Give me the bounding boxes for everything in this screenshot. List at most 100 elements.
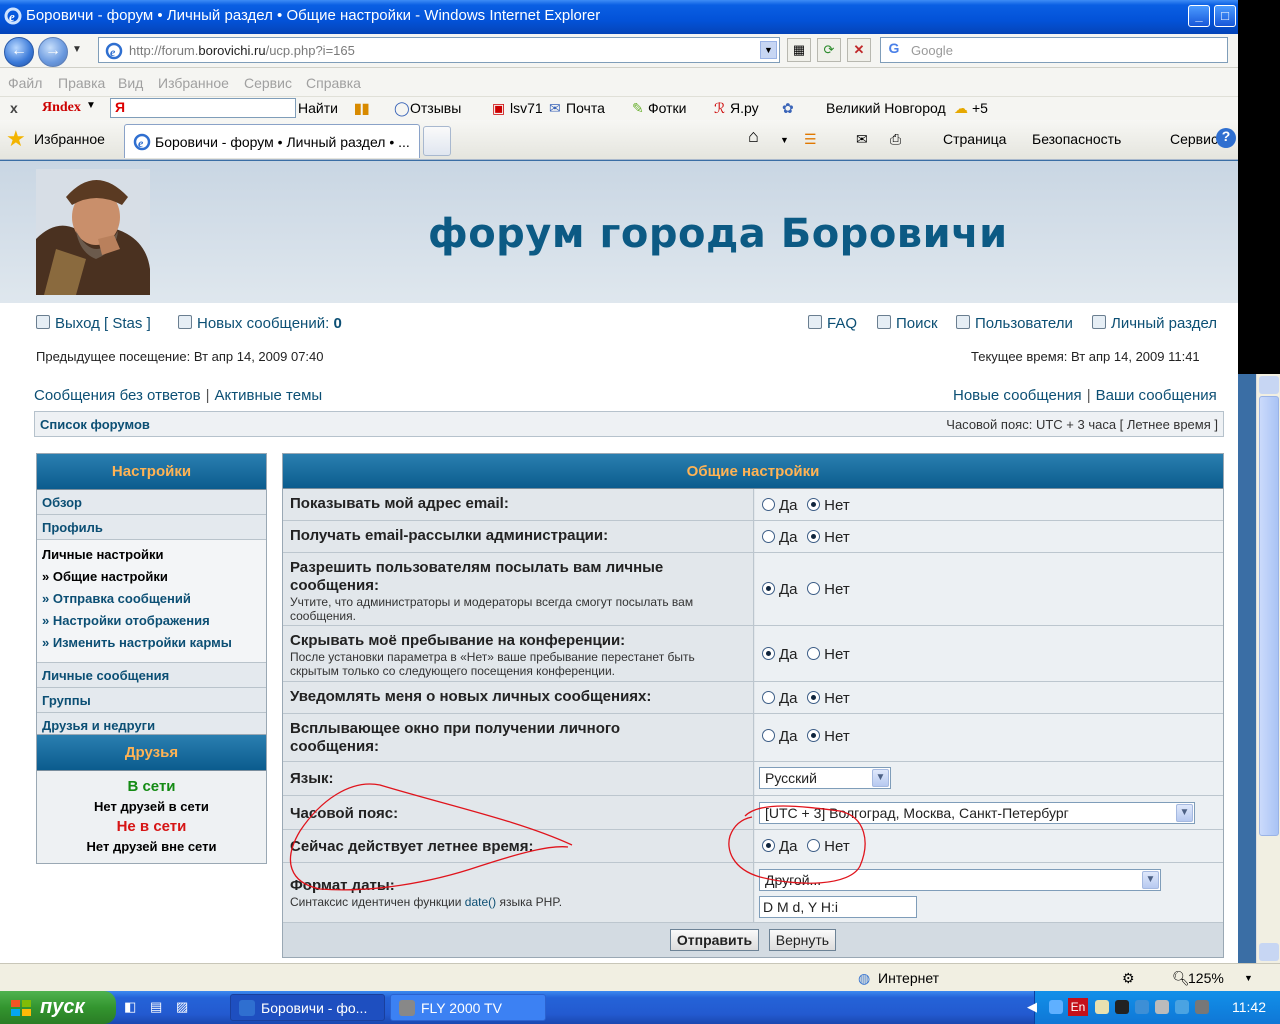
sidebar-item-groups[interactable]: Группы (37, 688, 266, 713)
date-function-link[interactable]: date() (465, 895, 496, 909)
ucp-link[interactable]: Личный раздел (1092, 315, 1217, 332)
tray-icon-2[interactable] (1115, 1000, 1129, 1014)
address-dropdown-icon[interactable]: ▼ (760, 41, 777, 59)
quicklaunch-icon-2[interactable]: ▤ (150, 999, 162, 1015)
sidebar-item-karma[interactable]: » Изменить настройки кармы (42, 632, 266, 654)
dst-radio-no[interactable] (807, 839, 821, 852)
radio-yes[interactable] (762, 691, 775, 704)
yandex-find-button[interactable]: Найти (298, 100, 338, 116)
tools-menu[interactable]: Сервис (1170, 131, 1218, 147)
users-link[interactable]: Пользователи (956, 315, 1073, 332)
yandex-logo-dropdown-icon[interactable]: ▼ (86, 100, 96, 111)
sidebar-item-profile[interactable]: Профиль (37, 515, 266, 540)
active-topics-link[interactable]: Активные темы (215, 387, 323, 404)
print-icon[interactable]: ⎙ (890, 131, 901, 148)
quicklaunch-icon-3[interactable]: ▨ (176, 999, 188, 1015)
task-fly-tv[interactable]: FLY 2000 TV (390, 994, 546, 1021)
reset-button[interactable]: Вернуть (768, 929, 837, 951)
radio-yes[interactable] (762, 729, 775, 742)
stop-icon[interactable]: ✕ (847, 38, 871, 62)
logout-link[interactable]: Выход [ Stas ] (36, 315, 151, 332)
menu-edit[interactable]: Правка (58, 75, 105, 91)
bar-chart-icon[interactable]: ▮▮ (354, 100, 369, 117)
submit-button[interactable]: Отправить (669, 929, 760, 951)
sidebar-item-display[interactable]: » Настройки отображения (42, 610, 266, 632)
dst-radio-yes[interactable] (762, 839, 775, 852)
rss-feed-icon[interactable]: ☰ (804, 131, 817, 148)
tray-icon-3[interactable] (1135, 1000, 1149, 1014)
new-messages-link[interactable]: Новых сообщений: 0 (178, 315, 342, 332)
zoom-level[interactable]: 125% (1188, 970, 1224, 986)
tray-icon-5[interactable] (1175, 1000, 1189, 1014)
scroll-up-icon[interactable] (1259, 376, 1279, 394)
settings-icon[interactable]: ✿ (782, 100, 794, 117)
refresh-icon[interactable]: ⟳ (817, 38, 841, 62)
back-button[interactable]: ← (4, 37, 34, 67)
scroll-thumb[interactable] (1259, 396, 1279, 836)
radio-yes[interactable] (762, 647, 775, 660)
unanswered-link[interactable]: Сообщения без ответов (34, 387, 201, 404)
yandex-photos[interactable]: Фотки (648, 100, 686, 116)
your-posts-link[interactable]: Ваши сообщения (1096, 387, 1217, 404)
network-icon[interactable] (1049, 1000, 1063, 1014)
favorites-star-icon[interactable]: ★ (6, 126, 26, 152)
mail-read-icon[interactable]: ✉ (856, 131, 868, 148)
yandex-weather[interactable]: +5 (972, 100, 988, 116)
language-indicator[interactable]: En (1068, 998, 1088, 1016)
forward-button[interactable]: → (38, 37, 68, 67)
radio-no[interactable] (807, 530, 821, 543)
radio-yes[interactable] (762, 530, 775, 543)
tray-icon-1[interactable] (1095, 1000, 1109, 1014)
safety-menu[interactable]: Безопасность (1032, 131, 1121, 147)
menu-view[interactable]: Вид (118, 75, 143, 91)
page-menu[interactable]: Страница (943, 131, 1006, 147)
radio-no[interactable] (807, 498, 821, 511)
address-bar[interactable]: e http://forum.borovichi.ru/ucp.php?i=16… (98, 37, 780, 63)
scroll-down-icon[interactable] (1259, 943, 1279, 961)
help-icon[interactable]: ? (1216, 128, 1236, 148)
menu-tools[interactable]: Сервис (244, 75, 292, 91)
yandex-reviews[interactable]: Отзывы (410, 100, 461, 116)
radio-no[interactable] (807, 691, 821, 704)
radio-no[interactable] (807, 582, 821, 595)
protected-mode-icon[interactable]: ⚙ (1122, 970, 1135, 987)
vertical-scrollbar[interactable] (1256, 374, 1280, 963)
quicklaunch-icon-1[interactable]: ◧ (124, 999, 136, 1015)
sidebar-item-overview[interactable]: Обзор (37, 490, 266, 515)
search-box[interactable]: G Google (880, 37, 1228, 63)
radio-no[interactable] (807, 729, 821, 742)
tray-icon-4[interactable] (1155, 1000, 1169, 1014)
date-format-input[interactable]: D M d, Y H:i (759, 896, 917, 918)
new-tab-button[interactable] (423, 126, 451, 156)
home-icon[interactable]: ⌂ (748, 126, 759, 147)
minimize-button[interactable]: _ (1188, 5, 1210, 27)
yandex-user[interactable]: lsv71 (510, 100, 543, 116)
yandex-city[interactable]: Великий Новгород (826, 100, 946, 116)
tab-active[interactable]: e Боровичи - форум • Личный раздел • ... (124, 124, 420, 158)
history-dropdown-icon[interactable]: ▼ (72, 44, 82, 55)
sidebar-item-posting[interactable]: » Отправка сообщений (42, 588, 266, 610)
radio-yes[interactable] (762, 582, 775, 595)
timezone-select[interactable]: [UTC + 3] Волгоград, Москва, Санкт-Петер… (759, 802, 1195, 824)
home-dropdown-icon[interactable]: ▼ (780, 135, 789, 145)
menu-favorites[interactable]: Избранное (158, 75, 229, 91)
start-button[interactable]: пуск (0, 991, 116, 1024)
sidebar-item-pm[interactable]: Личные сообщения (37, 663, 266, 688)
menu-file[interactable]: Файл (8, 75, 42, 91)
radio-yes[interactable] (762, 498, 775, 511)
new-posts-link[interactable]: Новые сообщения (953, 387, 1082, 404)
zoom-dropdown-icon[interactable]: ▼ (1244, 973, 1253, 983)
tray-expand-icon[interactable]: ◀ (1027, 999, 1037, 1015)
date-format-select[interactable]: Другой... ▼ (759, 869, 1161, 891)
menu-help[interactable]: Справка (306, 75, 361, 91)
compat-view-icon[interactable]: ▦ (787, 38, 811, 62)
yandex-search-input[interactable]: Я (110, 98, 296, 118)
tray-icon-6[interactable] (1195, 1000, 1209, 1014)
search-link[interactable]: Поиск (877, 315, 938, 332)
yandex-logo[interactable]: Яndex (42, 100, 81, 116)
language-select[interactable]: Русский ▼ (759, 767, 891, 789)
yandex-mail[interactable]: Почта (566, 100, 605, 116)
task-ie[interactable]: Боровичи - фо... (230, 994, 385, 1021)
forum-index-link[interactable]: Список форумов (40, 417, 150, 432)
favorites-button[interactable]: Избранное (34, 131, 105, 147)
